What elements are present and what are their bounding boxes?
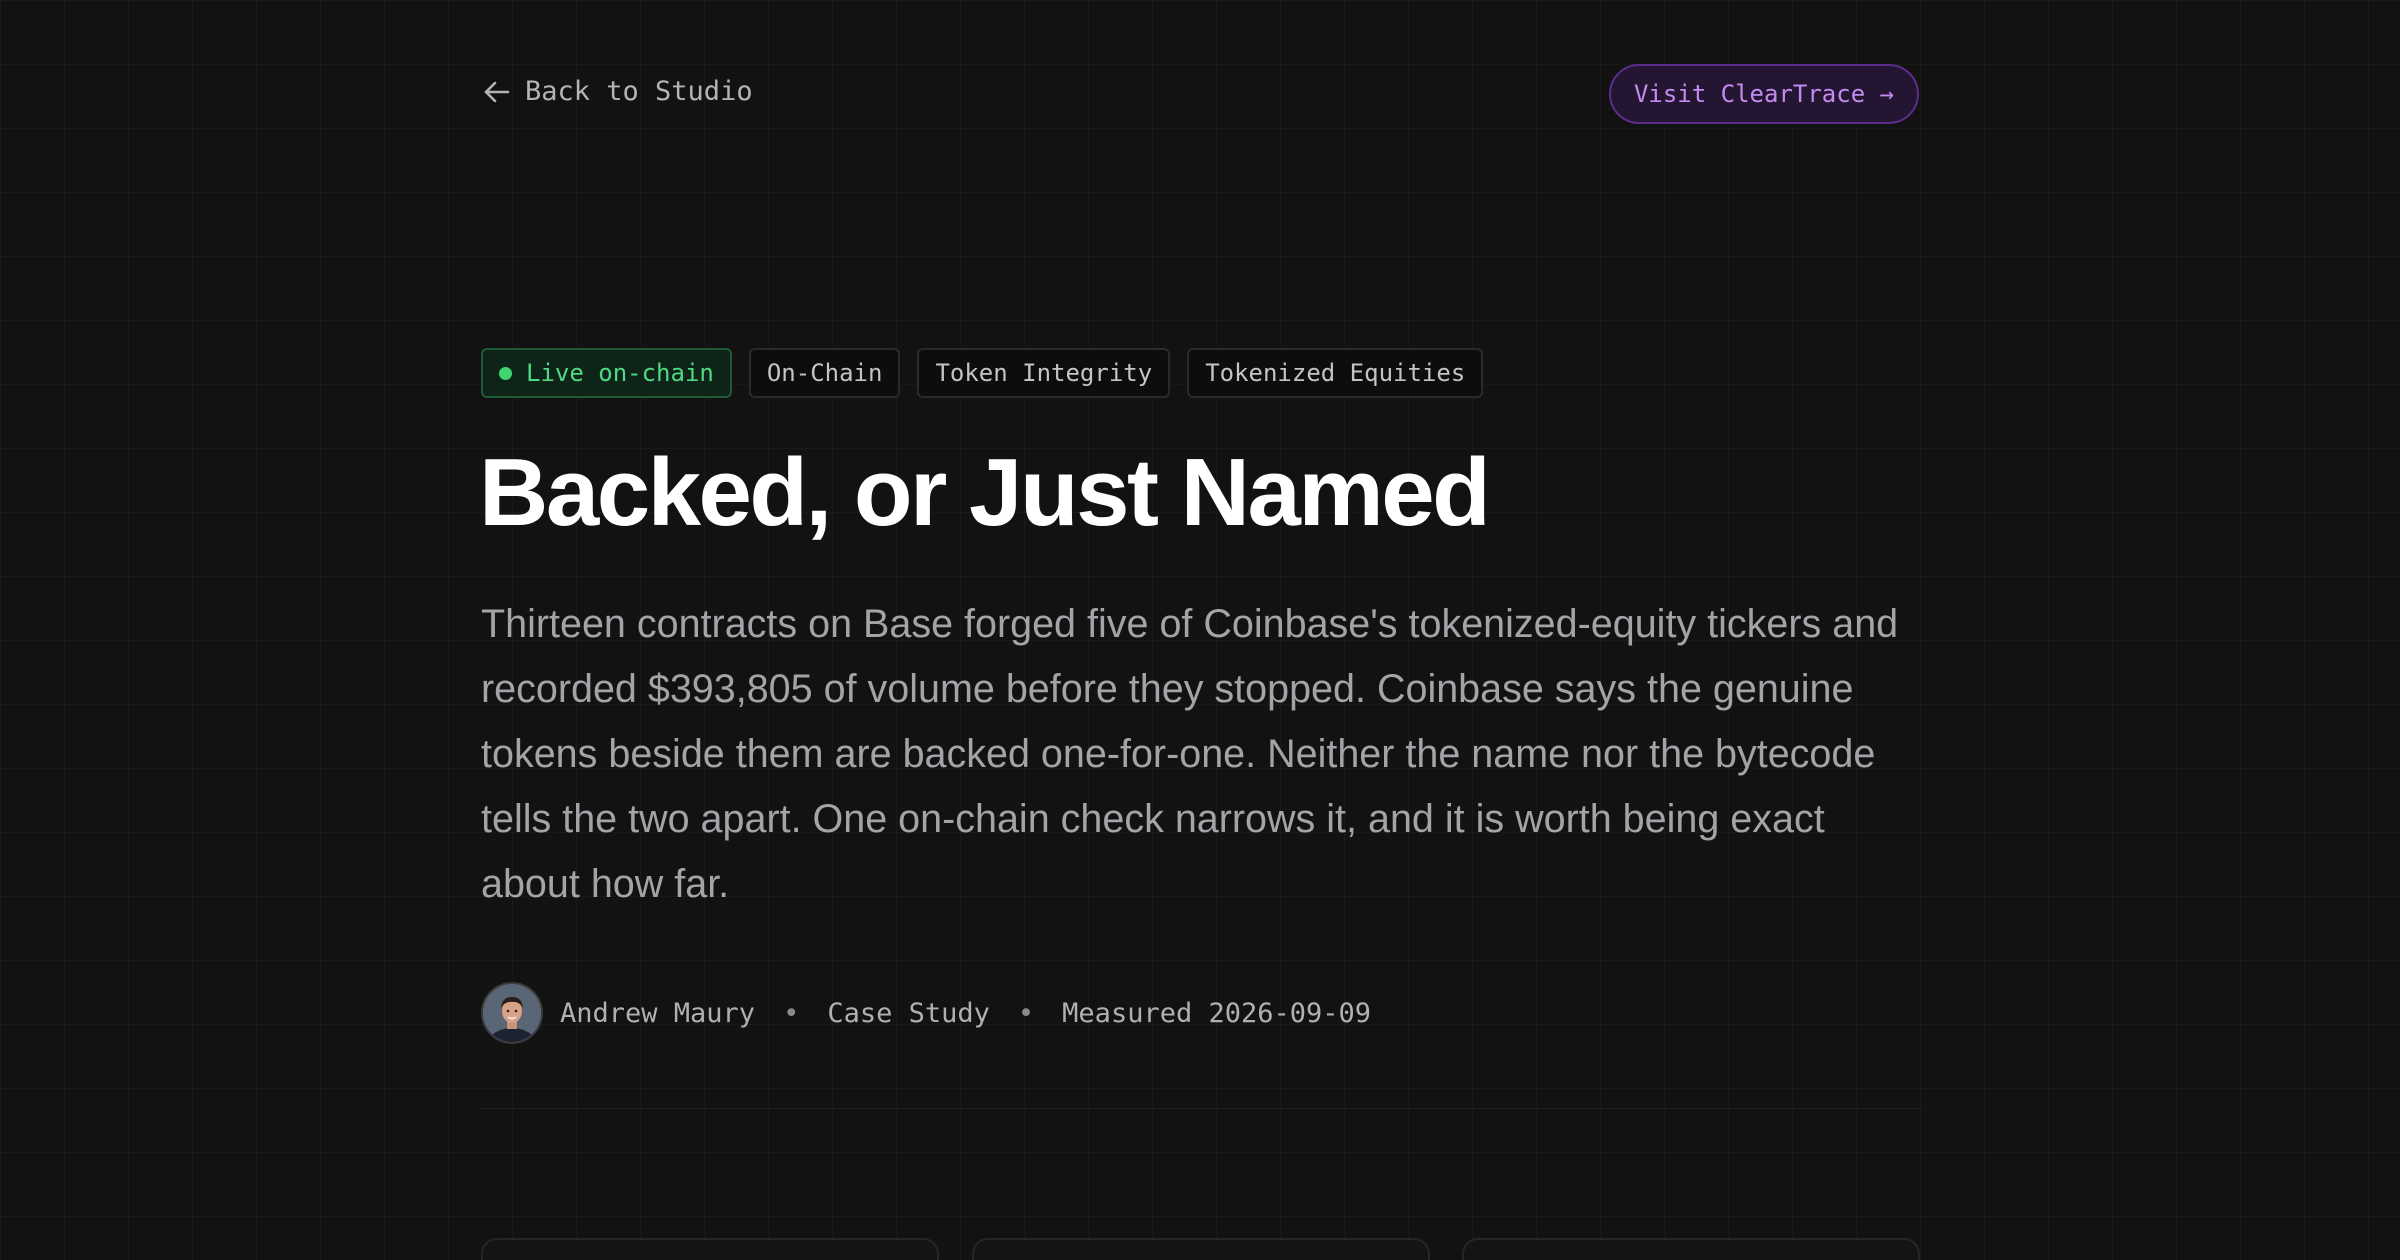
live-status-badge: Live on-chain (481, 348, 732, 398)
byline-separator: • (1017, 997, 1035, 1029)
visit-cleartrace-button[interactable]: Visit ClearTrace → (1609, 64, 1919, 124)
measured-date: Measured 2026-09-09 (1062, 997, 1372, 1029)
article-type: Case Study (827, 997, 990, 1029)
tag-token-integrity: Token Integrity (917, 348, 1171, 398)
article-lead: Thirteen contracts on Base forged five o… (481, 602, 1899, 906)
tag-on-chain: On-Chain (748, 348, 901, 398)
back-link-label: Back to Studio (525, 76, 753, 107)
byline: Andrew Maury • Case Study • Measured 202… (481, 981, 1371, 1045)
tag-tokenized-equities: Tokenized Equities (1187, 348, 1484, 398)
back-to-studio-link[interactable]: Back to Studio (481, 76, 753, 107)
summary-card (1462, 1238, 1920, 1260)
summary-card (481, 1238, 939, 1260)
status-dot-icon (499, 366, 512, 380)
tag-list: Live on-chain On-Chain Token Integrity T… (481, 348, 1484, 398)
avatar (481, 982, 543, 1044)
byline-separator: • (783, 997, 800, 1029)
arrow-left-icon (481, 77, 511, 107)
page-title: Backed, or Just Named (479, 439, 1491, 546)
section-divider (481, 1108, 1921, 1109)
author-name: Andrew Maury (560, 997, 756, 1029)
summary-card (972, 1238, 1430, 1260)
live-status-label: Live on-chain (526, 359, 714, 387)
